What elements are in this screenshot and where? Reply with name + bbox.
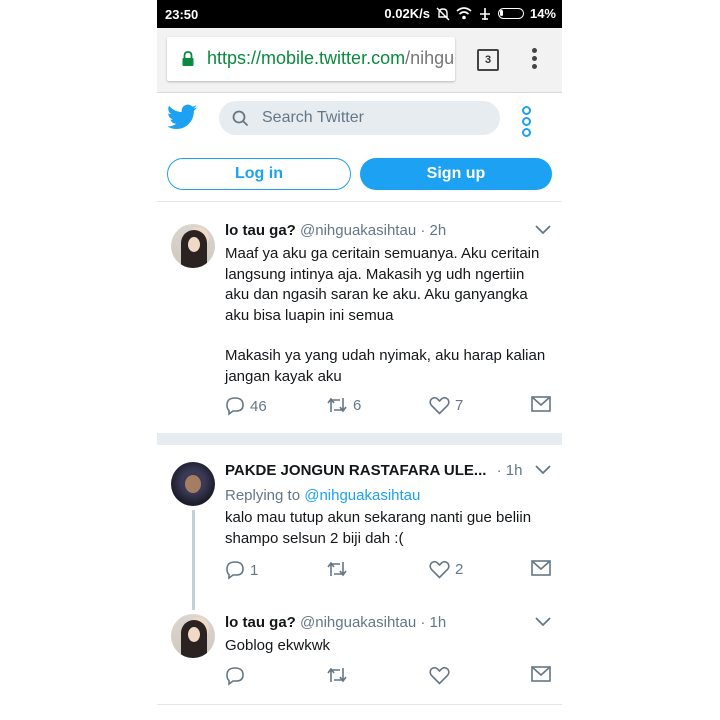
more-dot bbox=[522, 106, 531, 115]
login-button[interactable]: Log in bbox=[167, 158, 351, 190]
lock-icon bbox=[182, 51, 194, 66]
chevron-down-icon[interactable] bbox=[535, 465, 551, 475]
divider bbox=[157, 704, 562, 705]
status-icons: 0.02K/s 14% bbox=[384, 6, 556, 21]
direct-message-button[interactable] bbox=[531, 396, 551, 412]
retweet-button[interactable] bbox=[326, 560, 353, 578]
replying-handle[interactable]: @nihguakasihtau bbox=[304, 487, 420, 504]
conversation-divider bbox=[157, 433, 562, 445]
tweet-actions: 46 6 7 bbox=[225, 396, 555, 418]
username[interactable]: @nihguakasihtau bbox=[300, 222, 416, 239]
avatar[interactable] bbox=[171, 614, 215, 658]
tweet-text: Goblog ekwkwk bbox=[225, 637, 331, 654]
retweet-icon bbox=[327, 667, 347, 683]
chevron-down-icon[interactable] bbox=[535, 617, 551, 627]
url-scheme: https:// bbox=[207, 48, 262, 68]
direct-message-button[interactable] bbox=[531, 560, 551, 576]
twitter-bird-icon[interactable] bbox=[167, 104, 197, 130]
message-icon bbox=[531, 396, 551, 412]
avatar[interactable] bbox=[171, 224, 215, 268]
timestamp[interactable]: · 1h bbox=[497, 462, 523, 479]
message-icon bbox=[531, 560, 551, 576]
reply-button[interactable]: 46 bbox=[225, 396, 267, 416]
reply-count: 1 bbox=[250, 561, 259, 579]
phone-screen: 23:50 0.02K/s 14% https://mobile.twitter… bbox=[157, 0, 562, 720]
display-name[interactable]: PAKDE JONGUN RASTAFARA ULE... bbox=[225, 462, 486, 479]
mute-icon bbox=[436, 7, 450, 20]
reply-icon bbox=[226, 397, 244, 416]
reply-icon bbox=[226, 561, 244, 580]
browser-toolbar: https://mobile.twitter.com/nihguakasihta… bbox=[157, 28, 562, 93]
chevron-down-icon[interactable] bbox=[535, 225, 551, 235]
display-name[interactable]: lo tau ga? bbox=[225, 614, 296, 631]
tweet-header: lo tau ga? @nihguakasihtau · 1h bbox=[225, 614, 446, 631]
username[interactable]: @nihguakasihtau bbox=[300, 614, 416, 631]
replying-to: Replying to @nihguakasihtau bbox=[225, 487, 420, 504]
tweet-paragraph: Makasih ya yang udah nyimak, aku harap k… bbox=[225, 347, 546, 385]
tweet-actions: 1 2 bbox=[225, 560, 555, 582]
thread-line bbox=[192, 510, 195, 610]
url-text: https://mobile.twitter.com/nihguakasihta… bbox=[207, 48, 455, 69]
status-bar: 23:50 0.02K/s 14% bbox=[157, 0, 562, 28]
retweet-icon bbox=[327, 561, 347, 577]
like-count: 7 bbox=[455, 397, 464, 414]
timestamp[interactable]: · 1h bbox=[420, 614, 446, 631]
direct-message-button[interactable] bbox=[531, 666, 551, 682]
browser-menu-button[interactable] bbox=[532, 48, 538, 72]
replying-prefix: Replying to bbox=[225, 487, 301, 504]
tweet-text: kalo mau tutup akun sekarang nanti gue b… bbox=[225, 509, 532, 547]
tab-switcher-button[interactable]: 3 bbox=[477, 49, 499, 71]
url-path: /nihguakasihtau bbox=[405, 48, 455, 68]
tweet-header: lo tau ga? @nihguakasihtau · 2h bbox=[225, 222, 446, 239]
search-input[interactable]: Search Twitter bbox=[219, 101, 500, 135]
avatar[interactable] bbox=[171, 462, 215, 506]
message-icon bbox=[531, 666, 551, 682]
menu-dot bbox=[532, 48, 537, 53]
battery-icon bbox=[497, 8, 524, 19]
timestamp[interactable]: · 2h bbox=[420, 222, 446, 239]
menu-dot bbox=[532, 64, 537, 69]
reply-count: 46 bbox=[250, 397, 267, 415]
like-count: 2 bbox=[455, 561, 464, 578]
retweet-icon bbox=[327, 397, 347, 413]
like-icon bbox=[429, 560, 450, 579]
reply-button[interactable]: 1 bbox=[225, 560, 258, 580]
display-name[interactable]: lo tau ga? bbox=[225, 222, 296, 239]
retweet-button[interactable]: 6 bbox=[326, 396, 361, 414]
tweet-actions bbox=[225, 666, 555, 688]
reply-button[interactable] bbox=[225, 666, 250, 686]
airplane-icon bbox=[479, 7, 490, 20]
tweet-paragraph: Maaf ya aku ga ceritain semuanya. Aku ce… bbox=[225, 245, 540, 324]
tweet-text: Maaf ya aku ga ceritain semuanya. Aku ce… bbox=[225, 244, 550, 387]
clock: 23:50 bbox=[165, 7, 199, 22]
search-placeholder: Search Twitter bbox=[262, 109, 364, 126]
wifi-icon bbox=[456, 7, 472, 20]
more-dot bbox=[522, 128, 531, 137]
more-options-icon[interactable] bbox=[522, 106, 532, 139]
like-icon bbox=[429, 666, 450, 685]
signup-button[interactable]: Sign up bbox=[360, 158, 552, 190]
like-button[interactable]: 2 bbox=[429, 560, 463, 579]
network-speed: 0.02K/s bbox=[384, 6, 430, 21]
address-bar[interactable]: https://mobile.twitter.com/nihguakasihta… bbox=[167, 37, 455, 81]
retweet-button[interactable] bbox=[326, 666, 353, 684]
divider bbox=[157, 201, 562, 202]
battery-percent: 14% bbox=[529, 6, 556, 21]
retweet-count: 6 bbox=[353, 396, 362, 414]
like-button[interactable]: 7 bbox=[429, 396, 463, 415]
like-button[interactable] bbox=[429, 666, 455, 685]
like-icon bbox=[429, 396, 450, 415]
url-host: mobile.twitter.com bbox=[261, 48, 406, 68]
more-dot bbox=[522, 117, 531, 126]
tweet-header: PAKDE JONGUN RASTAFARA ULE... · 1h bbox=[225, 462, 522, 479]
reply-icon bbox=[226, 667, 244, 686]
search-icon bbox=[232, 110, 249, 127]
menu-dot bbox=[532, 56, 537, 61]
